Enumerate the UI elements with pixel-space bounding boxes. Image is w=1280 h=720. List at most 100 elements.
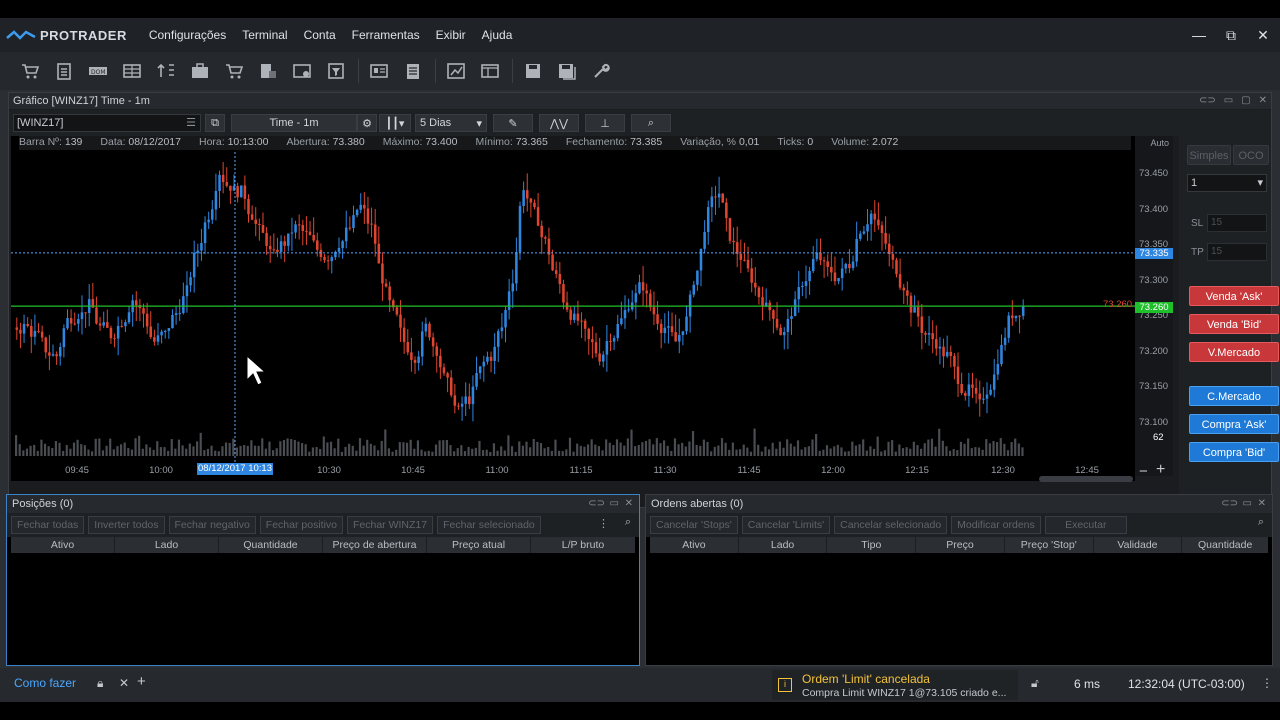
id-card-icon[interactable] xyxy=(365,58,393,84)
status-menu-icon[interactable]: ⋮ xyxy=(1261,676,1273,690)
wrench-icon[interactable] xyxy=(587,58,615,84)
auto-scale-label[interactable]: Auto xyxy=(1150,138,1169,148)
col-ativo[interactable]: Ativo xyxy=(650,537,739,553)
panel-close-icon[interactable]: ✕ xyxy=(1259,93,1267,109)
cancelar-stops-button[interactable]: Cancelar 'Stops' xyxy=(650,516,738,534)
cancelar-selecionado-button[interactable]: Cancelar selecionado xyxy=(834,516,948,534)
panel-link-icon[interactable]: ⊂⊃ xyxy=(588,495,605,513)
inverter-todos-button[interactable]: Inverter todos xyxy=(88,516,165,534)
fechar-negativo-button[interactable]: Fechar negativo xyxy=(168,516,256,534)
menu-ferramentas[interactable]: Ferramentas xyxy=(344,28,428,42)
col-lp-bruto[interactable]: L/P bruto xyxy=(531,537,635,553)
col-preco-abertura[interactable]: Preço de abertura xyxy=(323,537,427,553)
symbol-input[interactable]: [WINZ17] ☰ xyxy=(13,114,201,132)
chart-settings-icon[interactable]: ⚙ xyxy=(357,114,377,132)
tp-input[interactable]: 15 xyxy=(1207,243,1267,261)
tab-como-fazer[interactable]: Como fazer xyxy=(14,676,76,690)
list-icon[interactable] xyxy=(399,58,427,84)
fechar-positivo-button[interactable]: Fechar positivo xyxy=(259,516,343,534)
fechar-todas-button[interactable]: Fechar todas xyxy=(11,516,85,534)
col-preco-stop[interactable]: Preço 'Stop' xyxy=(1005,537,1094,553)
notification[interactable]: i Ordem 'Limit' cancelada Compra Limit W… xyxy=(772,670,1018,700)
modificar-ordens-button[interactable]: Modificar ordens xyxy=(951,516,1041,534)
col-quantidade[interactable]: Quantidade xyxy=(219,537,323,553)
filter-icon[interactable] xyxy=(322,58,350,84)
padlock-icon[interactable]: 🔓︎ xyxy=(1031,676,1039,691)
zoom-out-button[interactable]: − xyxy=(1139,463,1148,480)
sl-input[interactable]: 15 xyxy=(1207,214,1267,232)
symbol-list-icon[interactable]: ☰ xyxy=(186,115,196,131)
sort-icon[interactable] xyxy=(152,58,180,84)
col-tipo[interactable]: Tipo xyxy=(827,537,917,553)
zoom-area-icon[interactable]: ⌕ xyxy=(631,114,671,132)
venda-mercado-button[interactable]: V.Mercado xyxy=(1189,342,1279,362)
table-icon[interactable] xyxy=(288,58,316,84)
tab-close-icon[interactable]: ✕ xyxy=(119,676,129,690)
compra-mercado-button[interactable]: C.Mercado xyxy=(1189,386,1279,406)
crosshair-icon[interactable]: ⊥ xyxy=(585,114,625,132)
cart-icon[interactable] xyxy=(220,58,248,84)
col-validade[interactable]: Validade xyxy=(1094,537,1183,553)
order-mode-oco[interactable]: OCO xyxy=(1233,145,1269,165)
cart-plus-icon[interactable] xyxy=(16,58,44,84)
col-lado[interactable]: Lado xyxy=(739,537,828,553)
compra-ask-button[interactable]: Compra 'Ask' xyxy=(1189,414,1279,434)
link-icon[interactable]: ⊂⊃ xyxy=(1199,93,1216,109)
horizontal-scrollbar[interactable] xyxy=(1039,476,1133,482)
chart-type-icon[interactable]: ┃┃▾ xyxy=(379,114,411,132)
col-quantidade[interactable]: Quantidade xyxy=(1182,537,1268,553)
panel-link-icon[interactable]: ⊂⊃ xyxy=(1221,495,1238,513)
quantity-dropdown-icon[interactable]: ▾ xyxy=(1257,175,1263,191)
venda-bid-button[interactable]: Venda 'Bid' xyxy=(1189,314,1279,334)
order-mode-simples[interactable]: Simples xyxy=(1187,145,1231,165)
compra-bid-button[interactable]: Compra 'Bid' xyxy=(1189,442,1279,462)
panel-close-icon[interactable]: ✕ xyxy=(1258,495,1266,513)
quantity-input[interactable]: 1 ▾ xyxy=(1187,174,1267,192)
pencil-icon[interactable]: ✎ xyxy=(493,114,533,132)
maximize-icon[interactable]: ⧉ xyxy=(1224,27,1238,44)
executar-button[interactable]: Executar xyxy=(1044,516,1127,534)
save-all-icon[interactable] xyxy=(553,58,581,84)
menu-conta[interactable]: Conta xyxy=(296,28,344,42)
window-icon[interactable] xyxy=(476,58,504,84)
lock-doc-icon[interactable] xyxy=(254,58,282,84)
briefcase-icon[interactable] xyxy=(186,58,214,84)
search-icon[interactable]: ⌕ xyxy=(625,516,631,529)
price-axis[interactable]: Auto 73.450 73.400 73.350 73.300 73.250 … xyxy=(1135,136,1173,476)
fechar-selecionado-button[interactable]: Fechar selecionado xyxy=(437,516,541,534)
close-icon[interactable]: ✕ xyxy=(1256,27,1270,44)
timeframe-select[interactable]: Time - 1m xyxy=(231,114,357,132)
save-icon[interactable] xyxy=(519,58,547,84)
chart-up-icon[interactable] xyxy=(442,58,470,84)
indicators-icon[interactable]: ⋀⋁ xyxy=(539,114,579,132)
more-options-icon[interactable]: ⋮ xyxy=(598,517,609,530)
menu-ajuda[interactable]: Ajuda xyxy=(474,28,521,42)
zoom-in-button[interactable]: + xyxy=(1156,461,1165,479)
period-select[interactable]: 5 Dias ▾ xyxy=(415,114,487,132)
lock-icon[interactable]: 🔒︎ xyxy=(97,676,103,691)
panel-close-icon[interactable]: ✕ xyxy=(625,495,633,513)
panel-detach-icon[interactable]: ▭ xyxy=(610,495,619,513)
detach-icon[interactable]: ▭ xyxy=(1224,93,1233,109)
price-chart[interactable]: 09:45 10:00 10:30 10:45 11:00 11:15 11:30 11:45… xyxy=(11,136,1135,481)
candle-body xyxy=(906,290,909,296)
clipboard-icon[interactable] xyxy=(50,58,78,84)
col-lado[interactable]: Lado xyxy=(115,537,219,553)
col-preco-atual[interactable]: Preço atual xyxy=(427,537,531,553)
menu-terminal[interactable]: Terminal xyxy=(234,28,295,42)
search-icon[interactable]: ⌕ xyxy=(1258,516,1264,529)
grid-icon[interactable] xyxy=(118,58,146,84)
venda-ask-button[interactable]: Venda 'Ask' xyxy=(1189,286,1279,306)
link-symbol-icon[interactable]: ⧉ xyxy=(205,114,225,132)
panel-maximize-icon[interactable]: ▢ xyxy=(1241,93,1250,109)
col-preco[interactable]: Preço xyxy=(916,537,1005,553)
menu-configuracoes[interactable]: Configurações xyxy=(141,28,234,42)
dom-icon[interactable]: DOM xyxy=(84,58,112,84)
col-ativo[interactable]: Ativo xyxy=(11,537,115,553)
fechar-symbol-button[interactable]: Fechar WINZ17 xyxy=(347,516,434,534)
panel-detach-icon[interactable]: ▭ xyxy=(1243,495,1252,513)
add-tab-icon[interactable]: + xyxy=(137,673,146,690)
menu-exibir[interactable]: Exibir xyxy=(428,28,474,42)
minimize-icon[interactable]: — xyxy=(1192,27,1206,43)
cancelar-limits-button[interactable]: Cancelar 'Limits' xyxy=(741,516,831,534)
